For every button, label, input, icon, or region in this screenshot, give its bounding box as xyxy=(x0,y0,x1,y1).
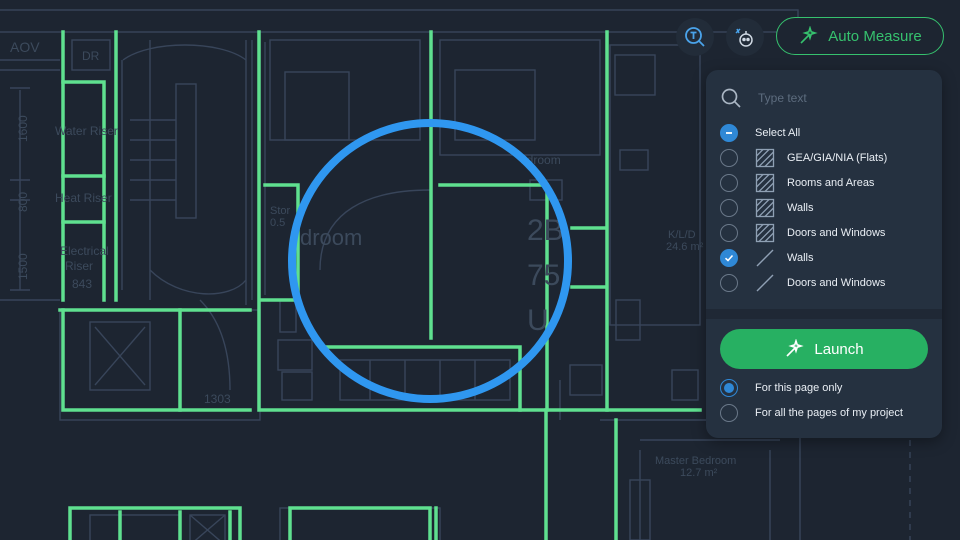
panel-divider xyxy=(706,309,942,319)
electrical-riser-label: Electrical xyxy=(60,244,109,258)
minus-icon xyxy=(726,132,732,134)
select-all-toggle[interactable] xyxy=(720,124,738,142)
option-label: Doors and Windows xyxy=(787,227,886,239)
option-label: Doors and Windows xyxy=(787,277,886,289)
storage-area: 0.5 xyxy=(270,217,285,229)
option-label: Walls xyxy=(787,202,814,214)
option-checkbox[interactable] xyxy=(720,224,738,242)
option-label: Walls xyxy=(787,252,814,264)
master-bedroom-area: 12.7 m² xyxy=(680,467,718,479)
dimension-1303: 1303 xyxy=(204,392,231,406)
option-checkbox-checked[interactable] xyxy=(720,249,738,267)
hatched-area-icon xyxy=(755,198,775,218)
ai-assistant-button[interactable] xyxy=(726,18,764,56)
hatched-area-icon xyxy=(755,148,775,168)
search-input[interactable] xyxy=(756,90,920,106)
aov-label: AOV xyxy=(10,39,40,55)
bedroom-label: droom xyxy=(300,225,362,250)
detected-walls xyxy=(58,30,702,540)
dimension-800: 800 xyxy=(16,192,30,212)
search-icon xyxy=(721,88,741,108)
option-checkbox[interactable] xyxy=(720,274,738,292)
flat-code-line-2: 75 xyxy=(527,259,560,292)
scope-option-this-page[interactable]: For this page only xyxy=(720,377,842,399)
hatched-area-icon xyxy=(755,173,775,193)
select-all-label: Select All xyxy=(755,127,801,139)
water-riser-label: Water Riser xyxy=(55,124,118,138)
dimension-1600: 1600 xyxy=(16,115,30,142)
option-label: GEA/GIA/NIA (Flats) xyxy=(787,152,888,164)
auto-measure-panel: Select All GEA/GIA/NIA (Flats) Rooms and… xyxy=(706,70,942,438)
kld-label: K/L/D xyxy=(668,229,696,241)
line-icon xyxy=(756,249,774,267)
text-search-button[interactable] xyxy=(676,18,714,56)
scope-radio[interactable] xyxy=(720,404,738,422)
option-row[interactable]: Rooms and Areas xyxy=(720,172,874,194)
magic-wand-icon xyxy=(786,339,805,357)
select-all-row[interactable]: Select All xyxy=(720,122,800,144)
plan-labels: AOV DR Water Riser Heat Riser Electrical… xyxy=(10,39,736,479)
magic-wand-icon xyxy=(800,26,818,44)
option-checkbox[interactable] xyxy=(720,199,738,217)
option-label: Rooms and Areas xyxy=(787,177,875,189)
launch-button[interactable]: Launch xyxy=(720,329,928,369)
master-bedroom-label: Master Bedroom xyxy=(655,455,736,467)
option-row[interactable]: Walls xyxy=(720,247,813,269)
heat-riser-label: Heat Riser xyxy=(55,191,112,205)
search-row xyxy=(720,86,930,110)
dimension-1500: 1500 xyxy=(16,253,30,280)
option-checkbox[interactable] xyxy=(720,149,738,167)
option-row[interactable]: Doors and Windows xyxy=(720,222,885,244)
auto-measure-button[interactable]: Auto Measure xyxy=(776,17,944,55)
option-row[interactable]: Doors and Windows xyxy=(720,272,885,294)
auto-measure-label: Auto Measure xyxy=(828,27,922,45)
option-checkbox[interactable] xyxy=(720,174,738,192)
kld-area: 24.6 m² xyxy=(666,241,704,253)
scope-label: For all the pages of my project xyxy=(755,407,903,419)
hatched-area-icon xyxy=(755,223,775,243)
scope-label: For this page only xyxy=(755,382,843,394)
riser-label: Riser xyxy=(65,259,93,273)
check-icon xyxy=(724,254,734,262)
launch-label: Launch xyxy=(814,340,864,358)
option-row[interactable]: Walls xyxy=(720,197,813,219)
robot-icon xyxy=(735,28,753,47)
dr-label: DR xyxy=(82,49,100,63)
storage-label: Stor xyxy=(270,205,291,217)
line-icon xyxy=(756,274,774,292)
riser-number: 843 xyxy=(72,277,92,291)
option-row[interactable]: GEA/GIA/NIA (Flats) xyxy=(720,147,887,169)
scope-option-all-pages[interactable]: For all the pages of my project xyxy=(720,402,903,424)
text-search-icon xyxy=(685,27,705,47)
scope-radio-selected[interactable] xyxy=(720,379,738,397)
